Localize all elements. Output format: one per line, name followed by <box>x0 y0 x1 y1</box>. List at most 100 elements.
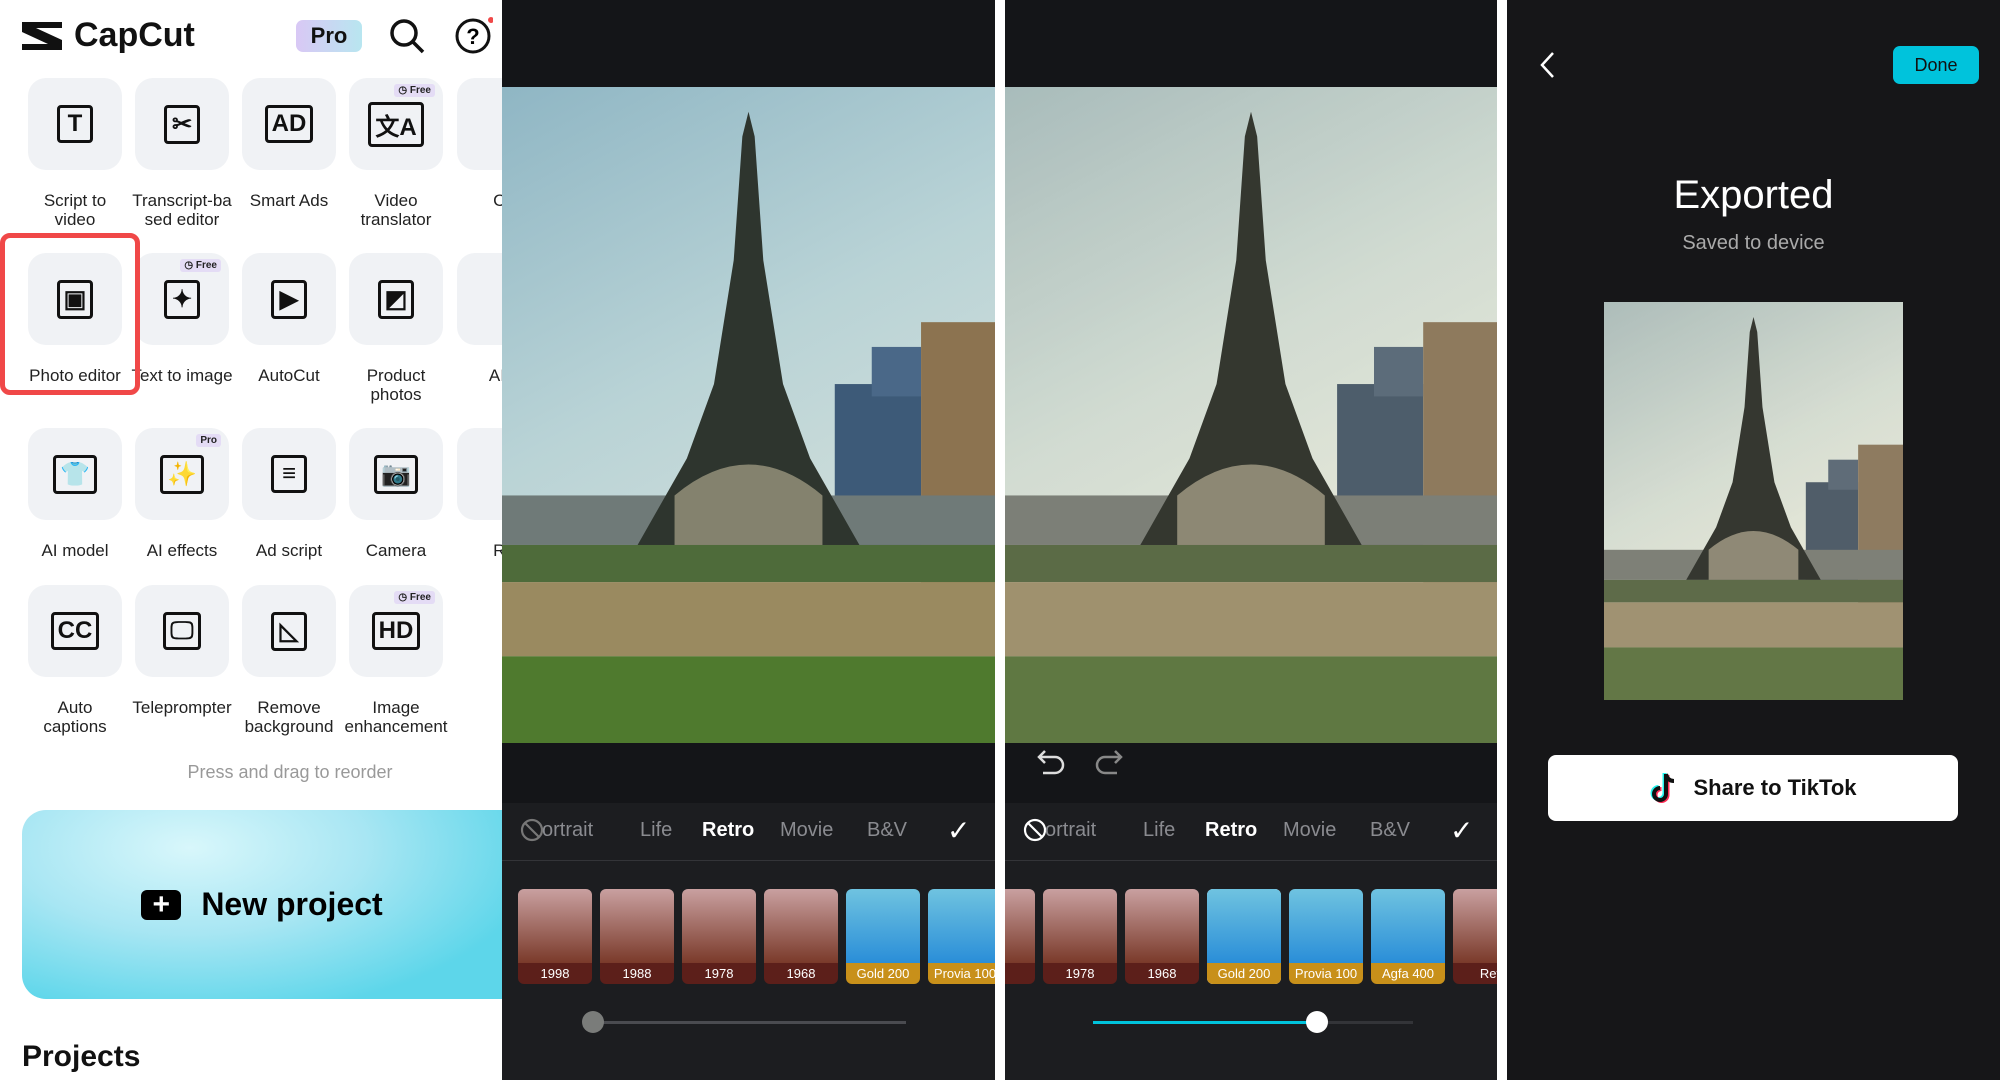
tool-label: Image enhancement <box>344 698 448 736</box>
filter-label: Provia 100 <box>928 963 995 984</box>
filter-preview <box>1289 889 1363 963</box>
tab-bv[interactable]: B&V <box>867 819 907 842</box>
help-icon[interactable]: ? <box>453 16 493 56</box>
camera-icon: 📷 <box>374 454 418 494</box>
tool-label: Re <box>493 541 502 560</box>
filter-preview <box>1043 889 1117 963</box>
tool-label: Product photos <box>366 366 426 404</box>
tool-teleprompter[interactable]: 🖵 <box>135 585 229 677</box>
filter-preview <box>682 889 756 963</box>
done-button[interactable]: Done <box>1893 46 1979 84</box>
tool-ai-model[interactable]: 👕 <box>28 428 122 520</box>
partial-icon <box>486 297 502 301</box>
back-icon[interactable] <box>1537 50 1561 80</box>
filter-thumb[interactable]: Agfa 400 <box>1371 889 1445 984</box>
filter-preview <box>1207 889 1281 963</box>
filter-thumb[interactable]: 1968 <box>1125 889 1199 984</box>
partial-icon <box>486 472 502 476</box>
tab-movie[interactable]: Movie <box>1283 819 1336 842</box>
tool-label: Co <box>493 191 502 210</box>
tab-life[interactable]: Life <box>640 819 672 842</box>
tab-retro[interactable]: Retro <box>702 819 754 842</box>
photo-preview <box>1005 87 1497 743</box>
tool-ad-script[interactable]: ≡ <box>242 428 336 520</box>
filter-label: 1998 <box>518 963 592 984</box>
tab-movie[interactable]: Movie <box>780 819 833 842</box>
capcut-logo: CapCut <box>20 16 195 55</box>
pro-badge-button[interactable]: Pro <box>296 20 362 52</box>
filter-label: 88 <box>1005 963 1035 984</box>
partial-icon <box>486 122 502 126</box>
search-icon[interactable] <box>387 16 427 56</box>
export-subtitle: Saved to device <box>1682 232 1825 254</box>
filter-thumb[interactable]: 1968 <box>764 889 838 984</box>
tab-ortrait[interactable]: ortrait <box>1045 819 1096 842</box>
filter-label: Provia 100 <box>1289 963 1363 984</box>
tool-captions[interactable]: CC <box>28 585 122 677</box>
editor-after: ortrait Life Retro Movie B&V ✓ 88 1978 1968 Gold… <box>1005 0 1497 1080</box>
share-tiktok-button[interactable]: Share to TikTok <box>1548 755 1958 821</box>
tool-label: AI effects <box>146 541 218 560</box>
filter-preview <box>764 889 838 963</box>
tool-text-to-image[interactable]: ✦ ◷ Free <box>135 253 229 345</box>
slider-knob[interactable] <box>582 1011 604 1033</box>
app-name: CapCut <box>74 16 195 54</box>
apply-check-icon[interactable]: ✓ <box>1450 814 1473 847</box>
apply-check-icon[interactable]: ✓ <box>947 814 970 847</box>
tool-label: Ad script <box>255 541 323 560</box>
tab-bv[interactable]: B&V <box>1370 819 1410 842</box>
tool-label: AutoCut <box>258 366 320 385</box>
filter-thumb[interactable]: 88 <box>1005 889 1035 984</box>
tool-remove-bg[interactable]: ◺ <box>242 585 336 677</box>
svg-text:?: ? <box>466 24 479 49</box>
filter-preview <box>1371 889 1445 963</box>
export-title: Exported <box>1673 173 1834 217</box>
tool-autocut[interactable]: ▶ <box>242 253 336 345</box>
no-filter-icon[interactable] <box>1023 818 1047 842</box>
tool-label: Camera <box>365 541 427 560</box>
ai-model-icon: 👕 <box>53 454 97 494</box>
new-project-button[interactable]: + New project <box>22 810 502 999</box>
tab-ortrait[interactable]: ortrait <box>542 819 593 842</box>
filter-label: 1968 <box>764 963 838 984</box>
tool-translate[interactable]: 文A ◷ Free <box>349 78 443 170</box>
filter-label: 1978 <box>1043 963 1117 984</box>
undo-icon[interactable] <box>1035 745 1067 777</box>
photo-editor-highlight <box>0 233 140 395</box>
tool-magic-wand[interactable]: ✨ Pro <box>135 428 229 520</box>
magic-wand-icon: ✨ <box>160 454 204 494</box>
autocut-icon: ▶ <box>271 279 307 319</box>
tool-camera[interactable]: 📷 <box>349 428 443 520</box>
tool-partial[interactable] <box>457 428 502 520</box>
badge: Pro <box>196 434 221 447</box>
tool-product-photos[interactable]: ◩ <box>349 253 443 345</box>
tool-script-ai[interactable]: T <box>28 78 122 170</box>
smart-ads-icon: AD <box>264 105 314 143</box>
badge: ◷ Free <box>394 591 435 604</box>
badge: ◷ Free <box>394 84 435 97</box>
filter-thumb[interactable]: 1978 <box>1043 889 1117 984</box>
tool-smart-ads[interactable]: AD <box>242 78 336 170</box>
redo-icon[interactable] <box>1093 745 1125 777</box>
intensity-slider[interactable] <box>590 1021 906 1024</box>
tool-partial[interactable] <box>457 253 502 345</box>
tiktok-icon <box>1651 773 1675 803</box>
filter-preview <box>1453 889 1497 963</box>
filter-thumb[interactable]: Ret <box>1453 889 1497 984</box>
filter-thumb[interactable]: 1998 <box>518 889 592 984</box>
editor-before: ortrait Life Retro Movie B&V ✓ 1998 1988 1978 19… <box>502 0 995 1080</box>
tool-partial[interactable] <box>457 78 502 170</box>
tool-transcript-edit[interactable]: ✂ <box>135 78 229 170</box>
filter-thumb[interactable]: Gold 200 <box>1207 889 1281 984</box>
filter-thumb[interactable]: 1978 <box>682 889 756 984</box>
filter-thumb[interactable]: Provia 100 <box>1289 889 1363 984</box>
no-filter-icon[interactable] <box>520 818 544 842</box>
filter-thumb[interactable]: Gold 200 <box>846 889 920 984</box>
filter-preview <box>928 889 995 963</box>
filter-thumb[interactable]: Provia 100 <box>928 889 995 984</box>
filter-thumb[interactable]: 1988 <box>600 889 674 984</box>
tool-image-hd[interactable]: HD ◷ Free <box>349 585 443 677</box>
tab-life[interactable]: Life <box>1143 819 1175 842</box>
tab-retro[interactable]: Retro <box>1205 819 1257 842</box>
slider-knob[interactable] <box>1306 1011 1328 1033</box>
